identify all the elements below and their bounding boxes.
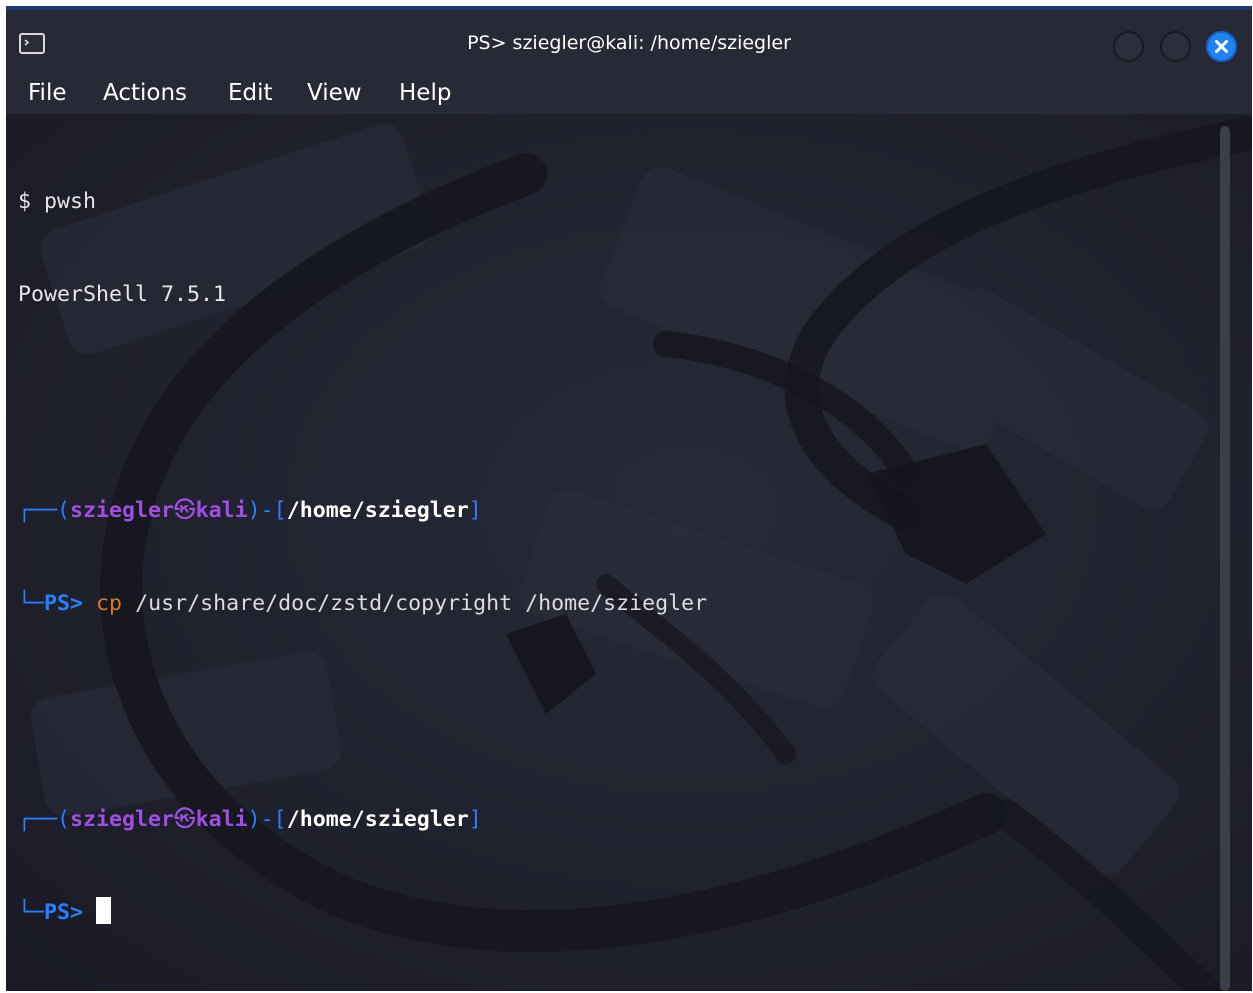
terminal-window: PS> sziegler@kali: /home/sziegler File A… — [6, 6, 1252, 991]
prompt-corner: ┌── — [18, 807, 58, 832]
command-line-1: └─PS> cp /usr/share/doc/zstd/copyright /… — [18, 588, 707, 619]
prompt-line-1: ┌──(sziegler㉿kali)-[/home/sziegler] — [18, 495, 707, 526]
prompt-host: kali — [195, 498, 248, 523]
menu-actions[interactable]: Actions — [103, 80, 187, 106]
prompt-user: sziegler — [70, 807, 175, 832]
prompt-path: /home/sziegler — [286, 807, 469, 832]
menu-file[interactable]: File — [28, 80, 67, 106]
scrollbar[interactable] — [1220, 126, 1230, 991]
ps-label: PS> — [44, 900, 84, 925]
prompt-user: sziegler — [70, 498, 175, 523]
prompt-at: ㉿ — [174, 807, 196, 832]
prompt-corner: ┌── — [18, 498, 58, 523]
command-line-2[interactable]: └─PS> — [18, 897, 707, 928]
title-bar[interactable]: PS> sziegler@kali: /home/sziegler — [6, 6, 1252, 72]
prompt-mid: )-[ — [247, 807, 287, 832]
menu-help[interactable]: Help — [399, 80, 451, 106]
line-version: PowerShell 7.5.1 — [18, 279, 707, 310]
prompt-open: ( — [57, 498, 71, 523]
version-text: PowerShell 7.5.1 — [18, 282, 227, 307]
line-shell-cmd: $ pwsh — [18, 186, 707, 217]
prompt-mid: )-[ — [247, 498, 287, 523]
prompt-open: ( — [57, 807, 71, 832]
command-name: cp — [96, 591, 123, 616]
text-cursor[interactable] — [96, 897, 112, 924]
close-icon — [1215, 40, 1228, 53]
prompt-line-2: ┌──(sziegler㉿kali)-[/home/sziegler] — [18, 804, 707, 835]
maximize-button[interactable] — [1160, 31, 1191, 62]
prompt-host: kali — [195, 807, 248, 832]
close-button[interactable] — [1206, 31, 1237, 62]
prompt-corner-bottom: └─ — [18, 591, 45, 616]
menu-view[interactable]: View — [307, 80, 362, 106]
prompt-corner-bottom: └─ — [18, 900, 45, 925]
minimize-button[interactable] — [1113, 31, 1144, 62]
prompt-path: /home/sziegler — [286, 498, 469, 523]
prompt-close: ] — [468, 807, 482, 832]
shell-command: pwsh — [44, 189, 97, 214]
ps-label: PS> — [44, 591, 84, 616]
prompt-at: ㉿ — [174, 498, 196, 523]
menu-bar: File Actions Edit View Help — [6, 72, 1252, 114]
menu-edit[interactable]: Edit — [228, 80, 273, 106]
command-args: /usr/share/doc/zstd/copyright /home/szie… — [135, 591, 708, 616]
prompt-close: ] — [468, 498, 482, 523]
shell-prompt: $ — [18, 189, 45, 214]
terminal-lines: $ pwsh PowerShell 7.5.1 ┌──(sziegler㉿kal… — [18, 124, 707, 990]
terminal-output[interactable]: $ pwsh PowerShell 7.5.1 ┌──(sziegler㉿kal… — [6, 114, 1252, 991]
window-title: PS> sziegler@kali: /home/sziegler — [467, 32, 791, 54]
